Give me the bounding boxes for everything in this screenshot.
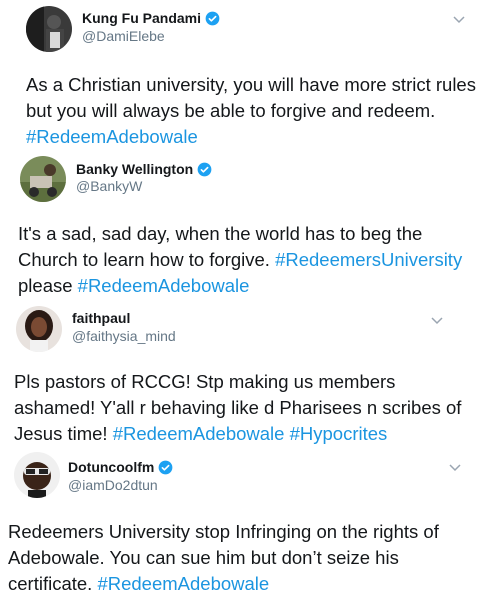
user-handle[interactable]: @faithysia_mind xyxy=(72,328,176,344)
avatar[interactable] xyxy=(16,306,62,352)
tweet-line: Jesus time! #RedeemAdebowale #Hypocrites xyxy=(14,423,388,444)
avatar[interactable] xyxy=(14,452,60,498)
tweet-text: It's a sad, sad day, when the world has … xyxy=(18,221,462,299)
chevron-down-icon[interactable] xyxy=(449,464,461,472)
verified-badge-icon xyxy=(197,162,212,176)
tweet-line: As a Christian university, you will have… xyxy=(26,74,476,95)
avatar[interactable] xyxy=(20,156,66,202)
tweet-line: It's a sad, sad day, when the world has … xyxy=(18,223,423,244)
user-handle[interactable]: @DamiElebe xyxy=(82,28,165,44)
verified-badge-icon xyxy=(205,11,220,25)
hashtag-link[interactable]: #RedeemAdebowale xyxy=(78,275,250,296)
tweet-3[interactable]: faithpaul @faithysia_mind Pls pastors of… xyxy=(0,300,492,448)
verified-badge-icon xyxy=(158,460,173,474)
hashtag-link[interactable]: #RedeemersUniversity xyxy=(275,249,462,270)
tweet-text: Pls pastors of RCCG! Stp making us membe… xyxy=(14,369,461,447)
tweet-line: certificate. #RedeemAdebowale xyxy=(8,573,270,594)
display-name[interactable]: faithpaul xyxy=(72,310,130,326)
tweet-2[interactable]: Banky Wellington @BankyW It's a sad, sad… xyxy=(0,150,492,300)
hashtag-link[interactable]: #RedeemAdebowale xyxy=(26,126,198,147)
user-handle[interactable]: @BankyW xyxy=(76,178,142,194)
tweet-1[interactable]: Kung Fu Pandami @DamiElebe As a Christia… xyxy=(0,0,492,150)
tweet-line: Church to learn how to forgive. #Redeeme… xyxy=(18,249,463,270)
hashtag-link[interactable]: #RedeemAdebowale xyxy=(113,423,285,444)
tweet-text: Redeemers University stop Infringing on … xyxy=(8,519,439,597)
user-handle[interactable]: @iamDo2dtun xyxy=(68,477,158,493)
hashtag-link[interactable]: #Hypocrites xyxy=(290,423,388,444)
tweet-line: Adebowale. You can sue him but don’t sei… xyxy=(8,547,399,568)
tweet-4[interactable]: Dotuncoolfm @iamDo2dtun Redeemers Univer… xyxy=(0,448,492,597)
chevron-down-icon[interactable] xyxy=(431,317,443,325)
tweet-text: As a Christian university, you will have… xyxy=(26,72,476,150)
tweet-line: #RedeemAdebowale xyxy=(26,124,476,150)
tweet-line: ashamed! Y'all r behaving like d Pharise… xyxy=(14,397,462,418)
display-name[interactable]: Dotuncoolfm xyxy=(68,459,154,475)
tweet-line: Redeemers University stop Infringing on … xyxy=(8,521,439,542)
display-name[interactable]: Banky Wellington xyxy=(76,161,193,177)
display-name[interactable]: Kung Fu Pandami xyxy=(82,10,201,26)
avatar[interactable] xyxy=(26,6,72,52)
hashtag-link[interactable]: #RedeemAdebowale xyxy=(97,573,269,594)
tweet-line: Pls pastors of RCCG! Stp making us membe… xyxy=(14,371,396,392)
chevron-down-icon[interactable] xyxy=(453,16,465,24)
tweet-line: but you will always be able to forgive a… xyxy=(26,100,436,121)
tweet-line: please #RedeemAdebowale xyxy=(18,275,250,296)
